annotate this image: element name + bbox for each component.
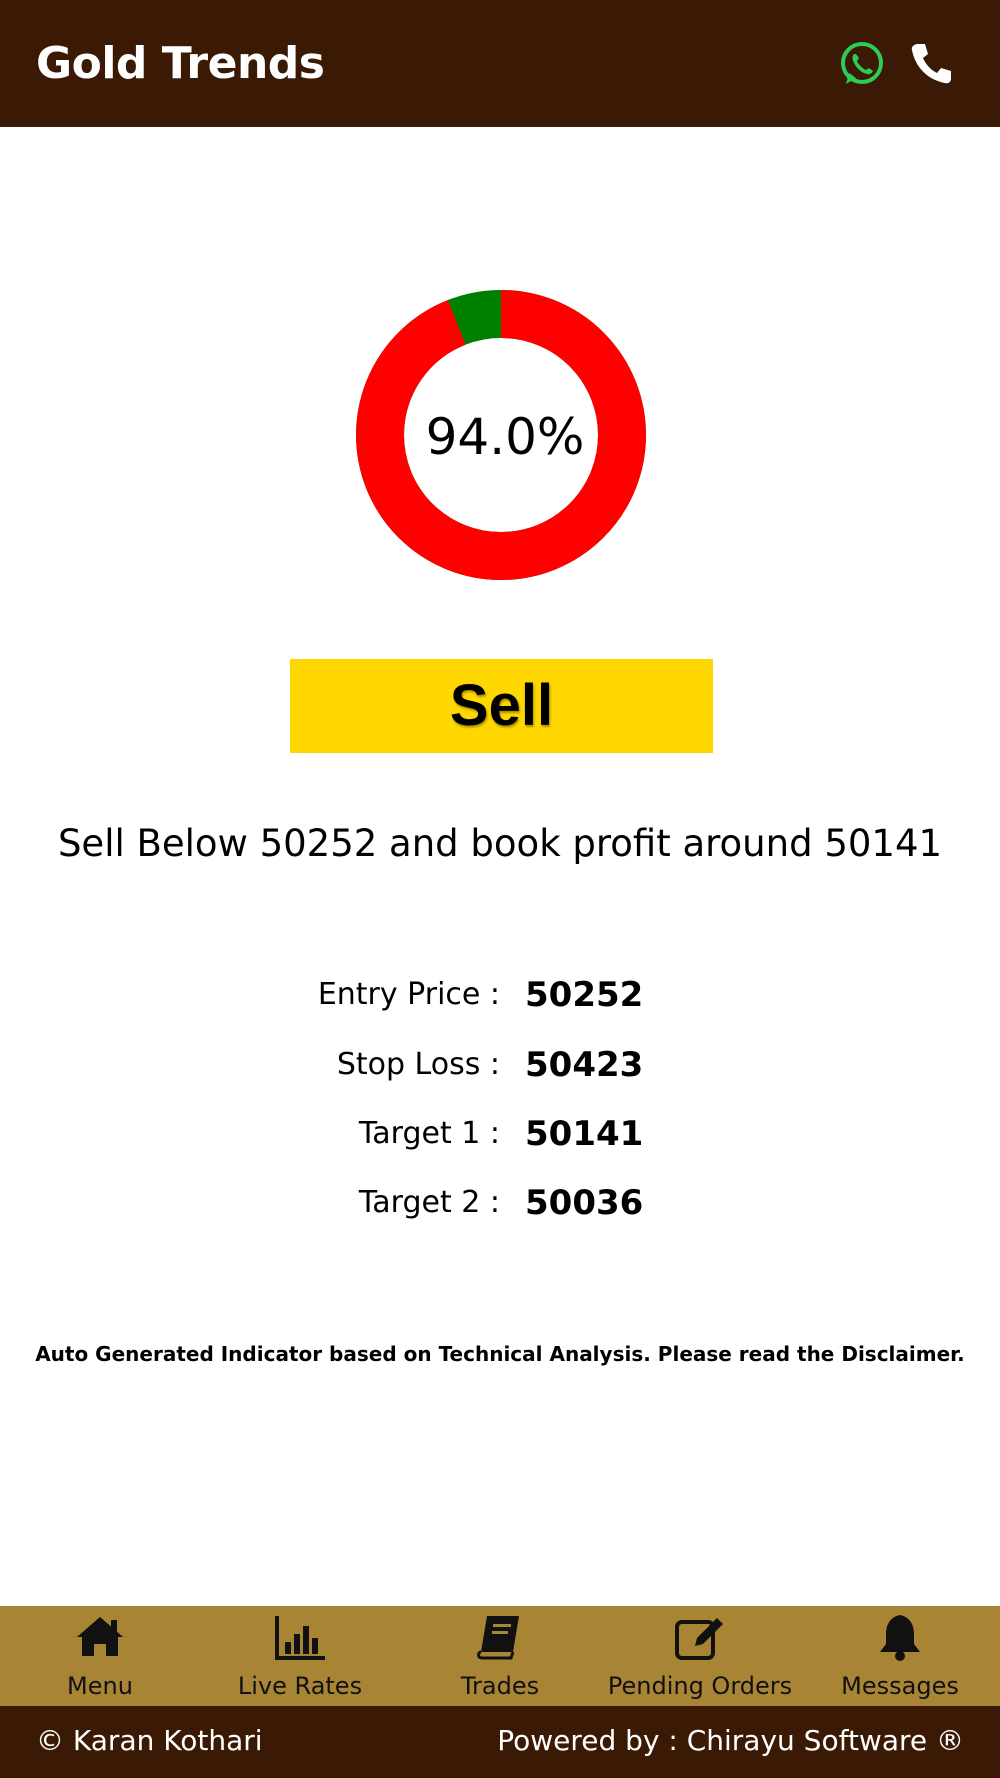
nav-label: Pending Orders [607, 1672, 793, 1700]
home-icon [77, 1617, 123, 1656]
level-row-stop-loss: Stop Loss : 50423 [0, 1040, 1000, 1090]
level-value: 50423 [525, 1045, 644, 1085]
whatsapp-icon[interactable] [838, 40, 886, 88]
footer-copyright: © Karan Kothari [36, 1724, 263, 1757]
phone-icon[interactable] [908, 40, 954, 86]
bell-icon [880, 1615, 920, 1661]
nav-item-live-rates[interactable]: Live Rates [200, 1606, 400, 1706]
nav-item-pending-orders[interactable]: Pending Orders [600, 1606, 800, 1706]
level-value: 50252 [525, 975, 644, 1015]
disclaimer-text: Auto Generated Indicator based on Techni… [35, 1342, 965, 1366]
level-key: Stop Loss : [336, 1047, 500, 1082]
level-value: 50141 [525, 1114, 644, 1154]
level-key: Target 2 : [358, 1185, 500, 1220]
nav-label: Messages [841, 1672, 959, 1700]
nav-item-trades[interactable]: Trades [400, 1606, 600, 1706]
bar-chart-icon [275, 1616, 325, 1660]
gauge-percent-label: 94.0% [425, 408, 585, 466]
nav-item-messages[interactable]: Messages [800, 1606, 1000, 1706]
level-row-entry: Entry Price : 50252 [0, 970, 1000, 1020]
level-row-target-2: Target 2 : 50036 [0, 1178, 1000, 1228]
level-key: Entry Price : [317, 977, 500, 1012]
nav-label: Trades [460, 1672, 540, 1700]
bottom-nav: Menu Live Rates Trades Pending Orders Me… [0, 1606, 1000, 1706]
app-header: Gold Trends [0, 0, 1000, 127]
app-footer: © Karan Kothari Powered by : Chirayu Sof… [0, 1706, 1000, 1778]
nav-item-menu[interactable]: Menu [0, 1606, 200, 1706]
nav-label: Menu [67, 1672, 133, 1700]
book-icon [477, 1616, 519, 1660]
nav-label: Live Rates [237, 1672, 363, 1700]
footer-powered-by: Powered by : Chirayu Software ® [497, 1724, 964, 1757]
app-title: Gold Trends [36, 38, 325, 89]
level-row-target-1: Target 1 : 50141 [0, 1109, 1000, 1159]
edit-icon [675, 1618, 723, 1660]
signal-badge: Sell [290, 659, 713, 753]
trade-advice: Sell Below 50252 and book profit around … [57, 822, 943, 865]
level-key: Target 1 : [358, 1116, 500, 1151]
level-value: 50036 [525, 1183, 644, 1223]
